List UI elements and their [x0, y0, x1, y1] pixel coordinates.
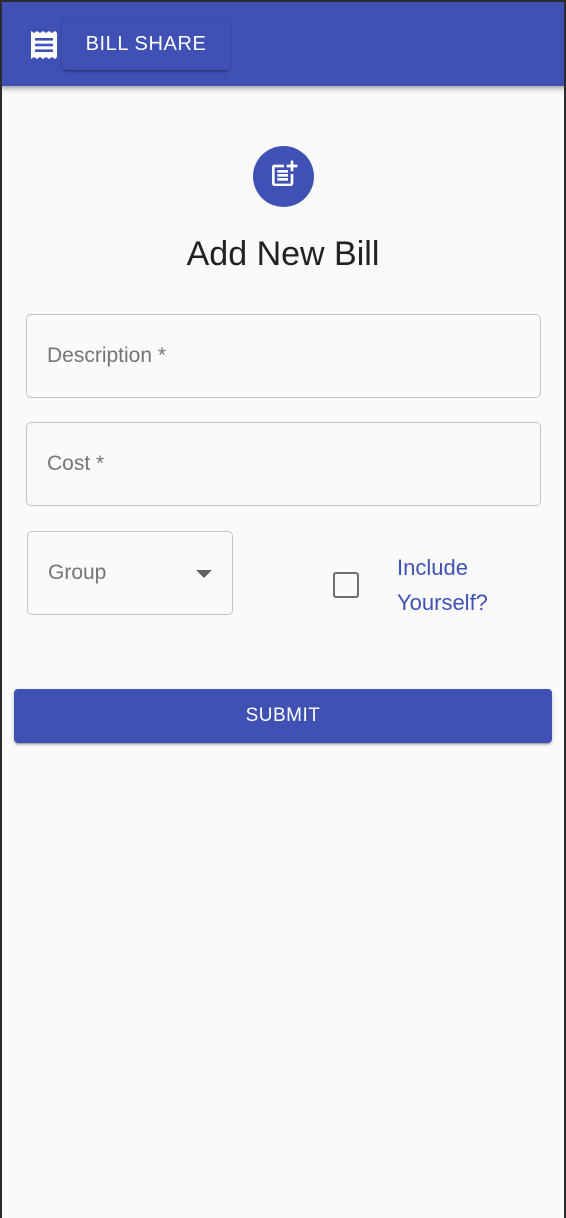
receipt-icon[interactable] — [29, 30, 59, 60]
description-placeholder: Description * — [47, 344, 167, 367]
page-title: Add New Bill — [186, 235, 380, 273]
post-add-icon — [268, 158, 300, 195]
app-title: BILL SHARE — [85, 33, 207, 55]
dropdown-arrow-icon — [196, 570, 212, 578]
include-yourself-label[interactable]: Include Yourself? — [397, 550, 537, 620]
description-field[interactable]: Description * — [26, 314, 541, 398]
submit-button[interactable]: SUBMIT — [14, 689, 552, 743]
form-avatar — [253, 146, 314, 207]
cost-field[interactable]: Cost * — [26, 422, 541, 506]
cost-placeholder: Cost * — [47, 452, 105, 475]
submit-button-label: SUBMIT — [245, 705, 321, 726]
include-yourself-checkbox[interactable] — [333, 572, 359, 598]
group-select[interactable]: Group — [27, 531, 233, 615]
app-title-button[interactable]: BILL SHARE — [62, 19, 230, 70]
app-bar: BILL SHARE — [0, 0, 566, 86]
group-select-label: Group — [48, 561, 107, 584]
